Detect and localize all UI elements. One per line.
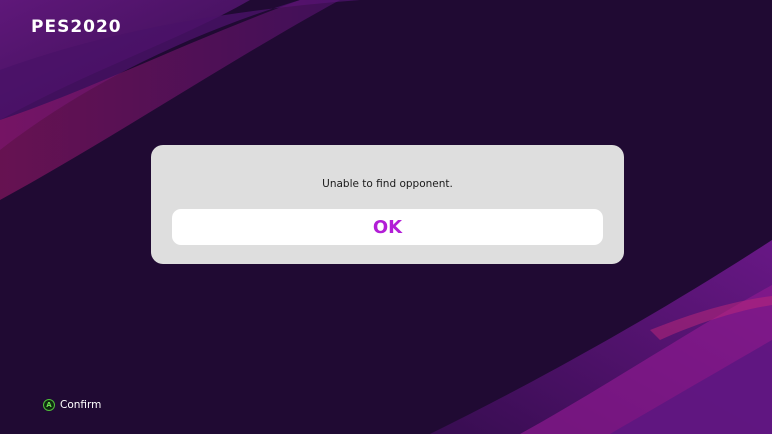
confirm-label: Confirm	[60, 399, 102, 411]
dialog-message: Unable to find opponent.	[322, 178, 453, 190]
message-dialog: Unable to find opponent. OK	[151, 145, 624, 264]
a-button-icon: A	[43, 399, 55, 411]
ok-button[interactable]: OK	[172, 209, 603, 245]
confirm-hint[interactable]: A Confirm	[43, 399, 101, 411]
pes2020-logo: PES2020	[31, 17, 122, 37]
